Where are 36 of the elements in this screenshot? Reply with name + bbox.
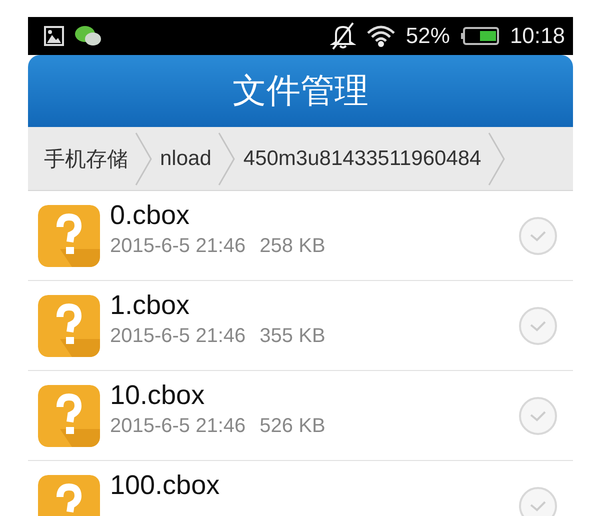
battery-percent: 52% [406,23,450,49]
wifi-icon [366,23,396,49]
file-row[interactable]: 1.cbox 2015-6-5 21:46 355 KB [28,281,573,371]
check-icon [528,228,548,242]
select-checkbox[interactable] [519,486,557,516]
file-name: 0.cbox [110,199,191,231]
file-name: 100.cbox [110,469,221,501]
check-icon [528,318,548,332]
select-checkbox[interactable] [519,216,557,254]
image-icon [44,26,64,46]
file-row[interactable]: 100.cbox [28,461,573,516]
unknown-file-icon [38,384,100,446]
check-icon [528,408,548,422]
muted-bell-icon [330,22,356,50]
check-icon [528,498,548,512]
file-date: 2015-6-5 21:46 [110,415,246,438]
breadcrumb-item[interactable]: 450m3u81433511960484 [237,146,488,170]
file-date: 2015-6-5 21:46 [110,325,246,348]
battery-icon [460,26,500,46]
file-name: 10.cbox [110,379,206,411]
file-size: 526 KB [260,415,326,438]
breadcrumb-item[interactable]: nload [154,146,218,170]
select-checkbox[interactable] [519,396,557,434]
file-size: 355 KB [260,325,326,348]
file-date: 2015-6-5 21:46 [110,235,246,258]
clock: 10:18 [510,23,565,49]
file-size: 258 KB [260,235,326,258]
file-row[interactable]: 0.cbox 2015-6-5 21:46 258 KB [28,191,573,281]
select-checkbox[interactable] [519,306,557,344]
app-title: 文件管理 [232,70,368,113]
unknown-file-icon [38,204,100,266]
file-row[interactable]: 10.cbox 2015-6-5 21:46 526 KB [28,371,573,461]
chat-bubbles-icon [74,24,102,48]
file-name: 1.cbox [110,289,191,321]
unknown-file-icon [38,294,100,356]
breadcrumb-item[interactable]: 手机存储 [38,144,134,172]
